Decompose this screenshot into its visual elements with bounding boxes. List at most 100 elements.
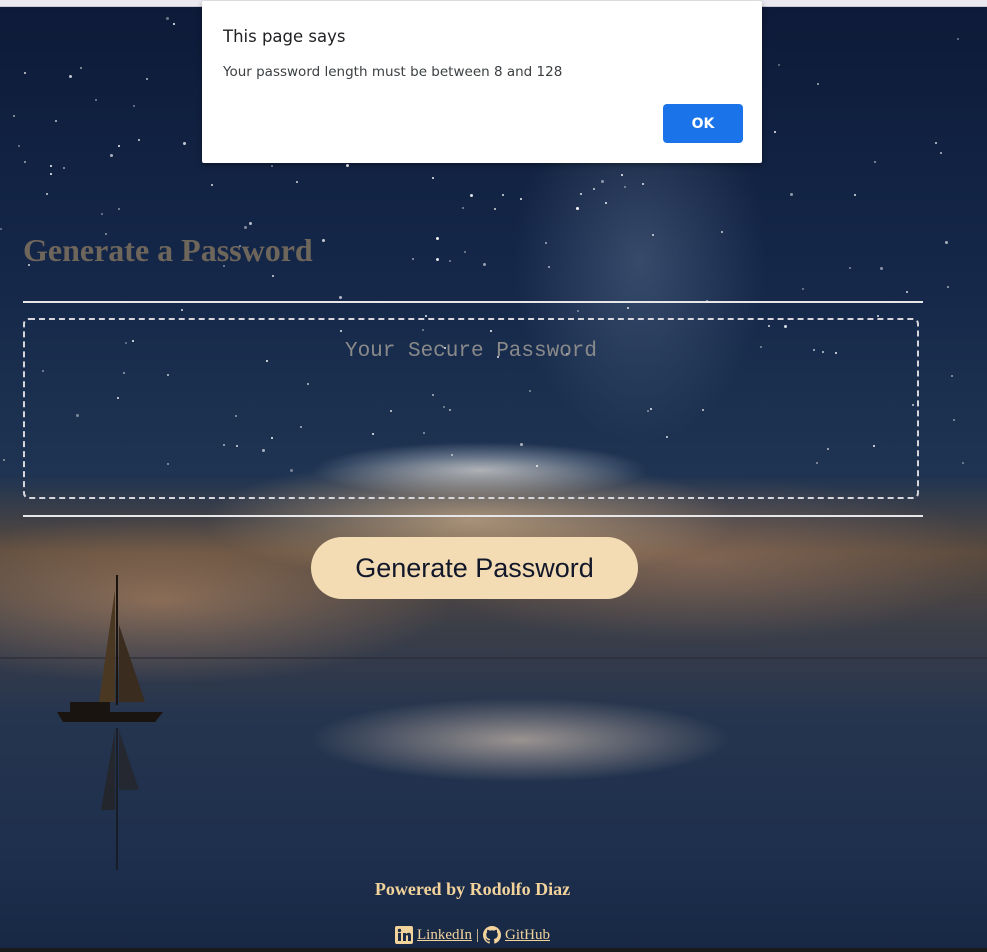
star-dot	[346, 164, 349, 167]
star-dot	[3, 459, 5, 461]
star-dot	[322, 239, 325, 242]
star-dot	[425, 315, 427, 317]
star-dot	[494, 208, 496, 210]
star-dot	[906, 291, 908, 293]
star-dot	[13, 115, 15, 117]
star-dot	[802, 288, 804, 290]
star-dot	[173, 23, 175, 25]
star-dot	[624, 186, 626, 188]
star-dot	[483, 263, 486, 266]
star-dot	[947, 286, 949, 288]
star-dot	[296, 181, 298, 183]
star-dot	[50, 165, 52, 167]
sailboat-image	[57, 575, 163, 870]
star-dot	[24, 72, 26, 74]
star-dot	[721, 231, 723, 233]
star-dot	[249, 222, 252, 225]
star-dot	[935, 142, 937, 144]
star-dot	[627, 307, 629, 309]
star-dot	[545, 242, 547, 244]
star-dot	[502, 194, 504, 196]
star-dot	[0, 228, 2, 230]
star-dot	[962, 462, 964, 464]
star-dot	[118, 145, 120, 147]
star-dot	[133, 105, 135, 107]
star-dot	[576, 207, 579, 210]
star-dot	[69, 75, 72, 78]
star-dot	[436, 258, 439, 261]
star-dot	[520, 198, 522, 200]
star-dot	[462, 207, 464, 209]
star-dot	[244, 226, 247, 229]
star-dot	[951, 375, 953, 377]
star-dot	[146, 78, 148, 80]
star-dot	[80, 67, 82, 69]
star-dot	[181, 309, 183, 311]
alert-title: This page says	[223, 27, 346, 46]
star-dot	[778, 64, 780, 66]
star-dot	[464, 251, 466, 253]
star-dot	[874, 161, 876, 163]
page-title: Generate a Password	[23, 232, 313, 268]
star-dot	[63, 167, 65, 169]
linkedin-label: LinkedIn	[417, 926, 472, 943]
alert-message: Your password length must be between 8 a…	[223, 64, 563, 80]
star-dot	[957, 38, 959, 40]
star-dot	[652, 234, 654, 236]
star-dot	[774, 131, 776, 133]
star-dot	[436, 237, 439, 240]
github-link[interactable]: GitHub	[483, 926, 550, 944]
star-dot	[95, 99, 97, 101]
star-dot	[945, 241, 948, 244]
star-dot	[877, 315, 879, 317]
star-dot	[24, 161, 26, 163]
star-dot	[138, 139, 140, 141]
star-dot	[118, 208, 120, 210]
star-dot	[110, 154, 113, 157]
divider-top	[23, 301, 923, 303]
password-output[interactable]	[23, 318, 919, 499]
star-dot	[577, 310, 579, 312]
star-dot	[854, 194, 856, 196]
linkedin-icon	[395, 926, 413, 944]
star-dot	[880, 267, 883, 270]
generate-password-button[interactable]: Generate Password	[311, 537, 638, 599]
star-dot	[46, 193, 48, 195]
star-dot	[432, 177, 434, 179]
star-dot	[580, 193, 582, 195]
star-dot	[412, 258, 414, 260]
star-dot	[449, 260, 451, 262]
footer-links: LinkedIn | GitHub	[0, 926, 945, 944]
star-dot	[101, 213, 103, 215]
star-dot	[817, 83, 819, 85]
star-dot	[790, 193, 793, 196]
star-dot	[621, 174, 623, 176]
star-dot	[18, 145, 20, 147]
star-dot	[271, 165, 273, 167]
linkedin-link[interactable]: LinkedIn	[395, 926, 472, 944]
star-dot	[50, 173, 52, 175]
star-dot	[548, 266, 550, 268]
star-dot	[55, 120, 57, 122]
star-dot	[953, 419, 955, 421]
star-dot	[642, 183, 644, 185]
star-dot	[605, 202, 607, 204]
divider-bottom	[23, 515, 923, 517]
star-dot	[601, 180, 604, 183]
star-dot	[940, 152, 942, 154]
footer-separator: |	[475, 926, 479, 943]
github-icon	[483, 926, 501, 944]
github-label: GitHub	[505, 926, 550, 943]
powered-by-text: Powered by Rodolfo Diaz	[374, 879, 571, 899]
star-dot	[849, 267, 851, 269]
star-dot	[470, 194, 473, 197]
star-dot	[593, 188, 595, 190]
star-dot	[339, 296, 342, 299]
bottom-edge	[0, 948, 987, 952]
star-dot	[211, 184, 213, 186]
star-dot	[183, 142, 186, 145]
alert-ok-button[interactable]: OK	[663, 104, 743, 143]
alert-dialog: This page says Your password length must…	[202, 1, 762, 163]
star-dot	[272, 275, 274, 277]
star-dot	[166, 17, 169, 20]
